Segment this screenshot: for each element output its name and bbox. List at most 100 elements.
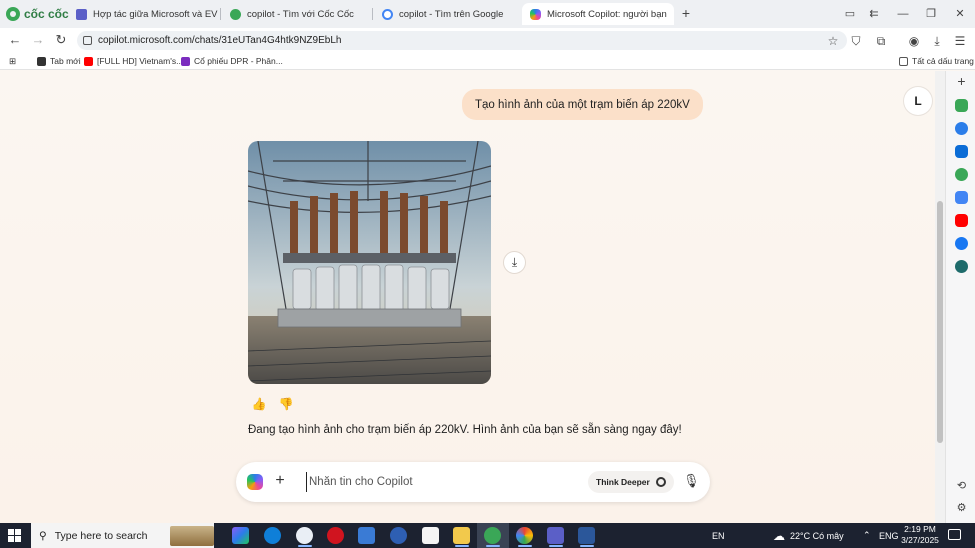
file-explorer-icon[interactable] <box>453 527 470 544</box>
tab-title: Microsoft Copilot: người bạn <box>547 8 667 20</box>
tab-microsoft-evn[interactable]: Hợp tác giữa Microsoft và EVN N <box>68 3 218 25</box>
microsoft-teams-icon <box>76 8 87 20</box>
download-icon[interactable]: ⤓ <box>930 34 944 48</box>
opera-icon[interactable] <box>327 527 344 544</box>
bookmark-label: [FULL HD] Vietnam's... <box>97 56 184 66</box>
shield-icon[interactable]: ⛉ <box>849 34 863 48</box>
history-icon[interactable]: ⟲ <box>955 480 968 493</box>
game-icon[interactable] <box>955 168 968 181</box>
cloud-icon: ☁ <box>773 528 785 543</box>
input-language[interactable]: EN <box>712 523 725 548</box>
microphone-icon[interactable]: 🎙 <box>683 473 700 489</box>
thumbs-up-icon[interactable]: 👍 <box>251 396 267 412</box>
chrome-icon[interactable] <box>390 527 407 544</box>
keyboard-language[interactable]: ENG <box>879 523 899 548</box>
clock-date: 3/27/2025 <box>901 535 939 545</box>
generated-substation-image[interactable] <box>248 141 491 384</box>
all-bookmarks-label: Tất cả dấu trang <box>912 56 974 66</box>
running-indicator <box>549 545 563 547</box>
search-highlight-art <box>170 525 214 546</box>
notification-icon[interactable] <box>948 529 961 540</box>
clock-time: 2:19 PM <box>904 524 936 534</box>
notepad-icon[interactable] <box>422 527 439 544</box>
minimize-button[interactable]: — <box>895 6 911 22</box>
translate-icon[interactable] <box>955 191 968 204</box>
google-chrome-icon[interactable] <box>516 527 533 544</box>
think-deeper-button[interactable]: Think Deeper <box>588 471 674 493</box>
running-indicator <box>518 545 532 547</box>
reload-icon[interactable]: ↻ <box>54 33 68 47</box>
close-tab-icon[interactable]: ✕ <box>673 8 674 21</box>
edge-icon[interactable] <box>264 527 281 544</box>
messenger-icon[interactable] <box>955 122 968 135</box>
tab-coccoc-search[interactable]: copilot - Tìm với Cốc Cốc <box>222 3 370 25</box>
folder-icon <box>899 56 908 66</box>
thumbs-down-icon[interactable]: 👎 <box>278 396 294 412</box>
bookmark-new-tab[interactable]: Tab mới <box>37 55 81 67</box>
screenshot-icon[interactable]: ▭ <box>842 6 858 22</box>
settings-gear-icon[interactable]: ⚙ <box>955 502 968 515</box>
chevron-up-icon[interactable]: ⌃ <box>863 523 871 548</box>
think-deeper-label: Think Deeper <box>596 477 650 487</box>
copilot-logo-icon[interactable] <box>247 474 263 490</box>
apps-grid-icon[interactable]: ⊞ <box>9 55 16 67</box>
new-tab-button[interactable]: + <box>678 5 694 21</box>
browser-brand[interactable]: cốc cốc <box>6 6 69 22</box>
substation-illustration <box>248 141 491 384</box>
brand-label: cốc cốc <box>24 7 69 21</box>
download-image-button[interactable]: ⤓ <box>503 251 526 274</box>
side-panel <box>945 71 975 523</box>
message-input[interactable] <box>306 472 576 492</box>
copilot-icon <box>530 8 541 20</box>
scrollbar-thumb[interactable] <box>937 201 943 443</box>
tab-separator <box>372 8 373 20</box>
bookmark-star-icon[interactable]: ☆ <box>826 34 840 48</box>
weather-widget[interactable]: ☁ 22°C Có mây <box>773 523 844 548</box>
extensions-icon[interactable]: ⧉ <box>874 34 888 48</box>
all-bookmarks[interactable]: Tất cả dấu trang <box>899 55 974 67</box>
close-window-button[interactable]: ✕ <box>952 6 968 22</box>
menu-icon[interactable]: ☰ <box>953 34 967 48</box>
url-text: copilot.microsoft.com/chats/31eUTan4G4ht… <box>98 35 342 46</box>
youtube-icon <box>84 56 93 66</box>
site-info-icon[interactable] <box>83 36 92 45</box>
avatar[interactable]: L <box>904 87 932 115</box>
assistant-message: Đang tạo hình ảnh cho trạm biến áp 220kV… <box>248 424 682 436</box>
tab-separator <box>220 8 221 20</box>
coccoc-icon <box>230 8 241 20</box>
running-indicator <box>298 545 312 547</box>
store-icon[interactable] <box>358 527 375 544</box>
forward-arrow-icon[interactable]: → <box>31 33 45 47</box>
profile-icon[interactable]: ◉ <box>907 34 921 48</box>
bookmark-dpr[interactable]: Cổ phiếu DPR - Phân... <box>181 55 283 67</box>
weather-text: 22°C Có mây <box>790 530 844 541</box>
tab-search-icon[interactable]: ⇇ <box>866 6 882 22</box>
copilot-app-icon[interactable] <box>232 527 249 544</box>
bookmark-youtube[interactable]: [FULL HD] Vietnam's... <box>84 55 183 67</box>
tab-copilot[interactable]: Microsoft Copilot: người bạn ✕ <box>522 3 674 25</box>
tab-title: Hợp tác giữa Microsoft và EVN N <box>93 8 218 20</box>
coccoc-active-icon[interactable] <box>484 527 501 544</box>
youtube-icon[interactable] <box>955 214 968 227</box>
user-message: Tạo hình ảnh của một trạm biến áp 220kV <box>462 89 703 120</box>
address-bar[interactable]: copilot.microsoft.com/chats/31eUTan4G4ht… <box>77 31 847 50</box>
search-placeholder: Type here to search <box>54 529 148 542</box>
bookmark-label: Tab mới <box>50 56 81 66</box>
zalo-icon[interactable] <box>955 145 968 158</box>
add-panel-icon[interactable]: + <box>955 74 968 88</box>
coccoc-taskbar-icon[interactable] <box>296 527 313 544</box>
facebook-icon[interactable] <box>955 237 968 250</box>
profile-d-icon[interactable] <box>955 260 968 273</box>
teams-icon[interactable] <box>547 527 564 544</box>
maximize-button[interactable]: ❐ <box>923 6 939 22</box>
google-icon <box>382 8 393 20</box>
add-attachment-button[interactable]: + <box>272 473 288 489</box>
back-arrow-icon[interactable]: ← <box>8 33 22 47</box>
coccoc-logo-icon <box>6 7 20 21</box>
taskbar-search[interactable]: ⚲ Type here to search <box>31 523 214 548</box>
ai-assistant-icon[interactable] <box>955 99 968 112</box>
windows-start-icon[interactable] <box>8 529 21 542</box>
word-icon[interactable] <box>578 527 595 544</box>
taskbar-clock[interactable]: 2:19 PM 3/27/2025 <box>900 524 940 546</box>
tab-google-search[interactable]: copilot - Tìm trên Google <box>374 3 522 25</box>
